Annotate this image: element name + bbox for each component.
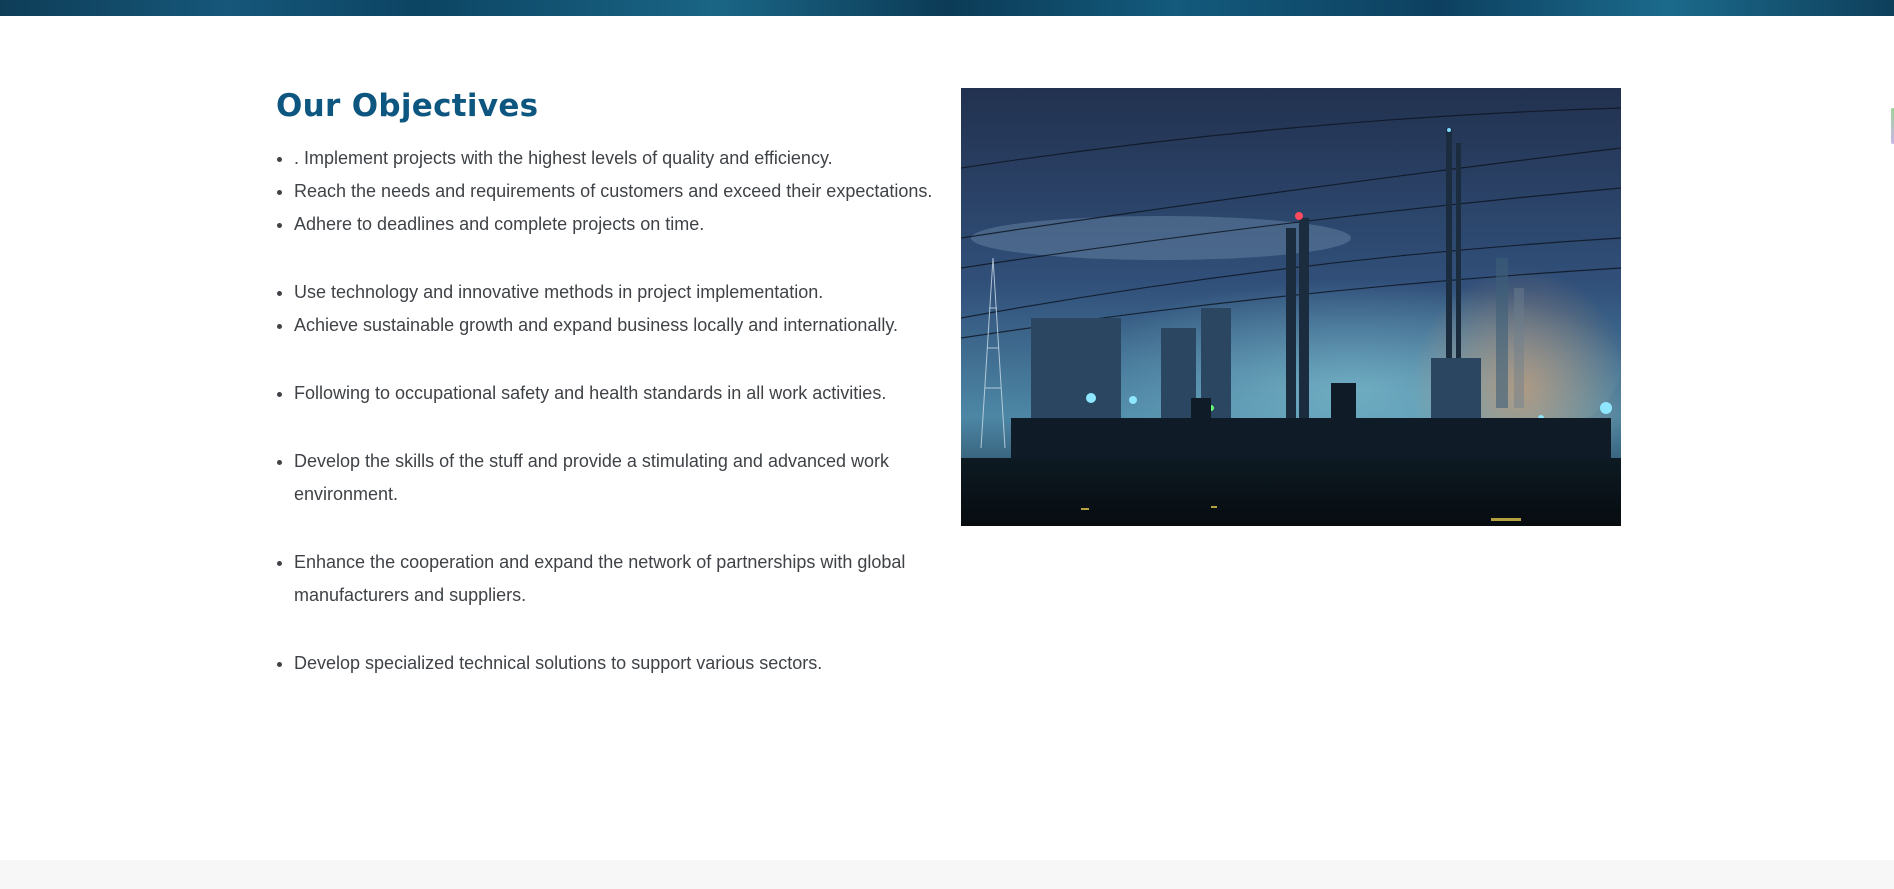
industrial-plant-photo [961,88,1621,526]
objective-item: . Implement projects with the highest le… [294,142,946,175]
objective-item: Adhere to deadlines and complete project… [294,208,946,241]
industrial-plant-illustration [961,88,1621,526]
objective-item: Following to occupational safety and hea… [294,377,946,410]
objectives-section: Our Objectives . Implement projects with… [0,16,1894,860]
objective-item: Use technology and innovative methods in… [294,276,946,309]
objectives-list: . Implement projects with the highest le… [276,142,946,680]
top-banner [0,0,1894,16]
objective-item: Develop specialized technical solutions … [294,647,946,680]
objective-item: Enhance the cooperation and expand the n… [294,546,946,612]
objectives-title: Our Objectives [276,88,539,124]
objective-item: Develop the skills of the stuff and prov… [294,445,946,511]
footer-band [0,860,1894,889]
objective-item: Achieve sustainable growth and expand bu… [294,309,946,342]
objectives-content: Our Objectives . Implement projects with… [276,86,946,680]
objective-item: Reach the needs and requirements of cust… [294,175,946,208]
